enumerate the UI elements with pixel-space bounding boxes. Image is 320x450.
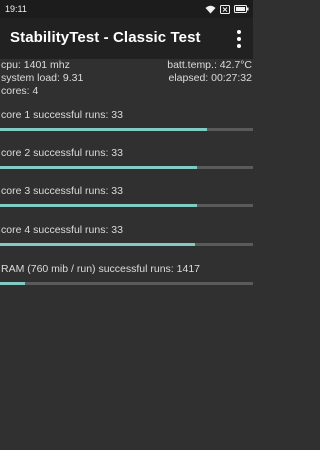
- progress-fill-core-4: [0, 243, 195, 246]
- progress-fill-core-2: [0, 166, 198, 169]
- test-label-ram: RAM (760 mib / run) successful runs: 141…: [1, 263, 200, 275]
- progress-bar-core-4: [0, 243, 253, 246]
- info-row-cpu: cpu: 1401 mhz batt.temp.: 42.7°C: [0, 59, 253, 73]
- app-bar: StabilityTest - Classic Test: [0, 18, 253, 59]
- status-time: 19:11: [5, 4, 27, 14]
- elapsed-time: elapsed: 00:27:32: [168, 72, 253, 84]
- progress-fill-core-1: [0, 128, 208, 131]
- overflow-menu-icon[interactable]: [233, 29, 245, 49]
- test-label-core-1: core 1 successful runs: 33: [1, 109, 123, 121]
- battery-icon: [234, 5, 249, 13]
- progress-fill-core-3: [0, 204, 198, 207]
- progress-bar-core-1: [0, 128, 253, 131]
- info-row-load: system load: 9.31 elapsed: 00:27:32: [0, 72, 253, 86]
- progress-bar-core-2: [0, 166, 253, 169]
- system-load: system load: 9.31: [1, 72, 84, 84]
- progress-bar-core-3: [0, 204, 253, 207]
- app-title: StabilityTest - Classic Test: [10, 29, 201, 46]
- test-label-core-2: core 2 successful runs: 33: [1, 147, 123, 159]
- core-count: cores: 4: [1, 85, 39, 97]
- progress-fill-ram: [0, 282, 26, 285]
- wifi-icon: [205, 5, 216, 13]
- info-row-cores: cores: 4: [0, 85, 253, 99]
- test-label-core-3: core 3 successful runs: 33: [1, 185, 123, 197]
- test-label-core-4: core 4 successful runs: 33: [1, 224, 123, 236]
- sim-off-icon: [220, 4, 230, 14]
- status-icons: [205, 3, 249, 15]
- battery-temperature: batt.temp.: 42.7°C: [167, 59, 252, 71]
- status-bar: 19:11: [0, 0, 253, 18]
- progress-bar-ram: [0, 282, 253, 285]
- cpu-frequency: cpu: 1401 mhz: [1, 59, 70, 71]
